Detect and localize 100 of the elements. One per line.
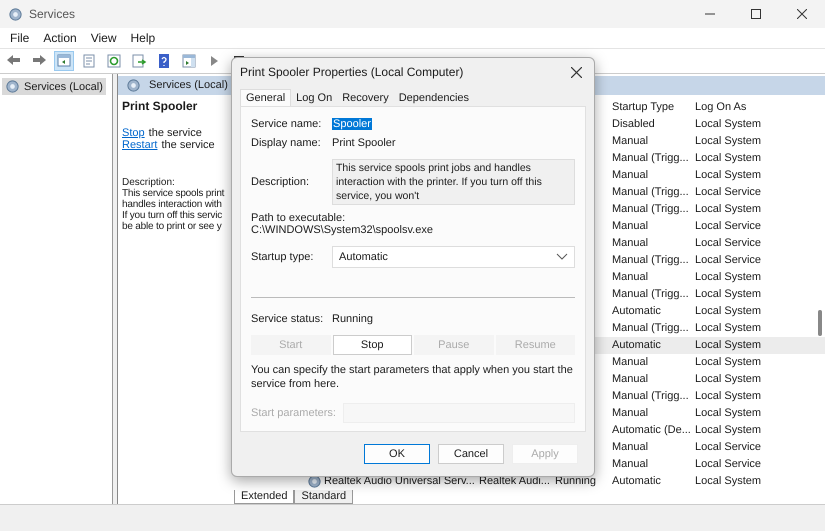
- column-header[interactable]: Startup Type: [608, 101, 691, 114]
- maximize-icon: [751, 9, 761, 19]
- table-cell-text: Local System: [694, 288, 762, 300]
- service-name-value[interactable]: Spooler: [332, 118, 372, 130]
- status-value: Running: [332, 312, 374, 324]
- field-label: Path to executable:: [251, 212, 346, 224]
- menu-item[interactable]: Help: [124, 28, 162, 48]
- table-cell-text: Manual (Trigg...: [611, 186, 690, 198]
- description-text: handles interaction with: [122, 198, 222, 210]
- field-label: Description:: [251, 176, 310, 188]
- toolbar-button[interactable]: [54, 51, 74, 71]
- service-title: Print Spooler: [122, 98, 198, 113]
- view-tab[interactable]: Extended: [234, 490, 294, 504]
- parameters-note: You can specify the start parameters that apply when you start the service from here.: [251, 363, 574, 391]
- table-cell-text: Local Service: [694, 254, 762, 266]
- table-cell-text: Manual (Trigg...: [611, 322, 690, 334]
- table-cell-text: Local Service: [694, 237, 762, 250]
- description-box[interactable]: This service spools print jobs and handles interaction with the printer. If you turn off this service, you won't: [332, 159, 575, 205]
- field-label: Display name:: [251, 136, 322, 148]
- table-cell-text: Local System: [694, 322, 762, 334]
- table-cell-text: Local System: [694, 390, 762, 402]
- dialog-button[interactable]: Cancel: [438, 444, 504, 464]
- table-cell-text: Manual: [611, 458, 650, 470]
- action-text: the service: [148, 126, 202, 139]
- table-cell-text: Manual (Trigg...: [611, 288, 690, 300]
- field-label: Service name:: [251, 118, 322, 130]
- table-cell-text: Local Service: [694, 220, 762, 232]
- table-cell-text: Local System: [694, 407, 762, 420]
- window-title: Services: [29, 7, 76, 21]
- table-cell-text: Local System: [694, 152, 762, 164]
- table-cell-text: Manual (Trigg...: [611, 203, 690, 216]
- table-cell: Realtek Audio Universal Serv...: [324, 475, 475, 488]
- view-tab[interactable]: Standard: [294, 490, 354, 504]
- table-cell-text: Local System: [694, 373, 762, 386]
- table-cell-text: Manual: [611, 441, 650, 454]
- dropdown-value: Automatic: [339, 250, 388, 263]
- table-cell-text: Running: [554, 475, 597, 488]
- table-cell-text: Manual (Trigg...: [611, 152, 690, 164]
- description-text: This service spools print: [122, 188, 224, 199]
- table-cell-text: Local System: [694, 203, 762, 216]
- table-cell-text: Automatic: [611, 339, 662, 352]
- display-name-value: Print Spooler: [332, 136, 397, 148]
- table-cell-text: Manual (Trigg...: [611, 390, 690, 402]
- properties-icon: [81, 53, 97, 69]
- table-cell-text: Local System: [694, 339, 762, 352]
- table-cell-text: Local System: [694, 424, 762, 436]
- description-label: Description:: [122, 176, 175, 188]
- close-icon: [797, 9, 807, 19]
- dialog-button[interactable]: OK: [364, 444, 430, 464]
- dialog-tab[interactable]: Recovery: [337, 90, 394, 106]
- table-cell-text: Local System: [694, 169, 762, 182]
- action-link[interactable]: Restart: [122, 138, 158, 151]
- table-cell-text: Local Service: [694, 441, 762, 454]
- table-cell-text: Local System: [694, 118, 762, 130]
- description-text: If you turn off this servic: [122, 210, 222, 221]
- panel-title: Services (Local): [149, 79, 228, 92]
- description-text: be able to print or see y: [122, 220, 222, 232]
- action-text: the service: [161, 138, 215, 151]
- table-cell-text: Manual: [611, 237, 650, 250]
- tree-item[interactable]: Services (Local): [2, 78, 106, 95]
- table-cell-text: Local Service: [694, 458, 762, 470]
- field-label: Service status:: [251, 312, 324, 324]
- refresh-icon: [106, 53, 122, 69]
- table-cell-text: Manual (Trigg...: [611, 254, 690, 266]
- startup-type-dropdown[interactable]: Automatic: [332, 246, 575, 268]
- table-cell-text: Manual: [611, 220, 650, 232]
- field-label: Startup type:: [251, 250, 314, 263]
- help-icon: [156, 53, 172, 69]
- table-cell-text: Automatic: [611, 305, 662, 318]
- scrollbar-thumb[interactable]: [818, 310, 822, 336]
- menu-item[interactable]: File: [4, 28, 36, 48]
- table-cell-text: Automatic: [611, 475, 662, 488]
- table-cell-text: Local System: [694, 135, 762, 148]
- table-cell-text: Local System: [694, 356, 762, 368]
- table-cell-text: Manual: [611, 356, 650, 368]
- table-cell-text: Manual: [611, 135, 650, 148]
- menu-item[interactable]: Action: [37, 28, 83, 48]
- dialog-tab[interactable]: Dependencies: [394, 90, 474, 106]
- table-cell-text: Realtek Audi...: [478, 475, 551, 488]
- table-cell-text: Local System: [694, 475, 762, 488]
- dialog-tab[interactable]: Log On: [291, 90, 338, 106]
- menu-item[interactable]: View: [84, 28, 122, 48]
- dialog-title: Print Spooler Properties (Local Computer): [240, 65, 464, 79]
- export-list-icon: [131, 53, 147, 69]
- action-pane-icon: [181, 53, 197, 69]
- table-cell-text: Local System: [694, 271, 762, 284]
- field-label: Start parameters:: [251, 407, 337, 419]
- console-tree-icon: [56, 53, 72, 69]
- table-cell-text: Manual: [611, 271, 650, 284]
- table-cell-text: Manual: [611, 373, 650, 386]
- table-cell-text: Disabled: [611, 118, 656, 130]
- table-cell-text: Local System: [694, 305, 762, 318]
- service-button[interactable]: Stop: [332, 335, 412, 355]
- table-cell-text: Automatic (De...: [611, 424, 691, 436]
- close-icon: [570, 66, 582, 78]
- path-value: C:\WINDOWS\System32\spoolsv.exe: [251, 224, 434, 236]
- action-link[interactable]: Stop: [122, 126, 145, 139]
- chevron-down-icon: [556, 252, 568, 261]
- dialog-tab[interactable]: General: [240, 89, 292, 106]
- column-header[interactable]: Log On As: [691, 101, 777, 114]
